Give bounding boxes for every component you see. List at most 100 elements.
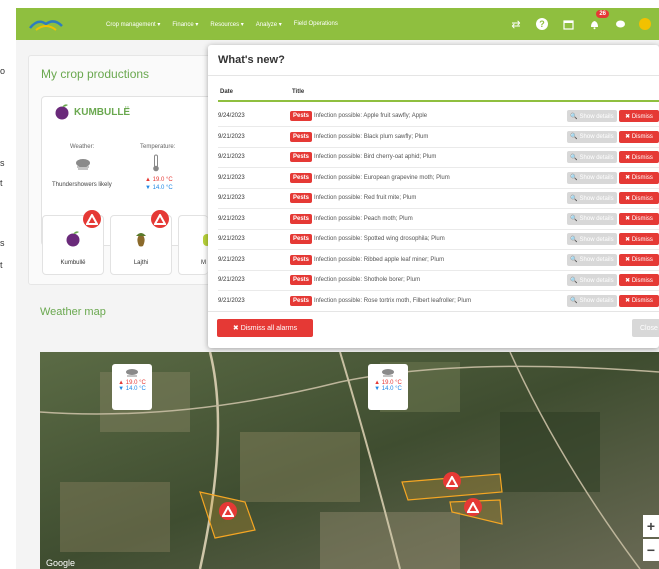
map-alert-marker[interactable] [443,472,461,490]
show-details-button[interactable]: 🔍 Show details [567,130,617,143]
dismiss-button[interactable]: ✖ Dismiss [619,110,659,122]
help-icon[interactable]: ? [535,17,549,31]
weather-map[interactable]: ▲ 19.0 °C ▼ 14.0 °C ▲ 19.0 °C ▼ 14.0 °C … [40,352,659,569]
pests-tag: Pests [290,213,313,224]
dismiss-all-button[interactable]: ✖ Dismiss all alarms [217,319,313,337]
map-alert-marker[interactable] [219,502,237,520]
show-details-button[interactable]: 🔍 Show details [567,274,617,286]
nav-analyze[interactable]: Analyze ▾ [256,21,282,28]
row-text: Infection possible: Ribbed apple leaf mi… [314,256,445,263]
alert-badge[interactable] [151,210,169,228]
nav-resources[interactable]: Resources ▾ [210,21,243,28]
close-button[interactable]: Close [632,319,659,337]
row-text: Infection possible: Peach moth; Plum [314,215,413,222]
swap-icon[interactable]: ⇄ [509,17,523,31]
edge-text: s [0,238,5,248]
marker-temp-low: ▼ 14.0 °C [374,386,402,392]
show-details-button[interactable]: 🔍 Show details [567,294,617,307]
table-row: 9/21/2023 Pests Infection possible: Red fr… [218,188,659,209]
dismiss-button[interactable]: ✖ Dismiss [619,294,659,307]
show-details-button[interactable]: 🔍 Show details [567,110,617,122]
thunderstorm-icon [368,368,408,380]
weather-map-title: Weather map [40,306,106,318]
dismiss-button[interactable]: ✖ Dismiss [619,192,659,204]
dismiss-button[interactable]: ✖ Dismiss [619,253,659,266]
divider [208,311,659,312]
map-weather-marker[interactable]: ▲ 19.0 °C ▼ 14.0 °C [368,364,408,410]
thunderstorm-icon [74,157,92,174]
row-date: 9/21/2023 [218,195,245,201]
table-row: 9/21/2023 Pests Infection possible: Ribbed… [218,250,659,271]
crop-label: Kumbullë [60,260,86,266]
zoom-in-button[interactable]: + [643,515,659,537]
map-weather-marker[interactable]: ▲ 19.0 °C ▼ 14.0 °C [112,364,152,410]
top-nav-bar: Crop management ▾ Finance ▾ Resources ▾ … [16,8,659,40]
table-row: 9/21/2023 Pests Infection possible: Europe… [218,168,659,189]
dismiss-button[interactable]: ✖ Dismiss [619,151,659,163]
zoom-out-button[interactable]: − [643,539,659,561]
row-text: Infection possible: Red fruit mite; Plum [314,195,417,201]
pests-tag: Pests [290,295,313,306]
row-text: Infection possible: Rose tortrix moth, F… [314,297,472,304]
edge-text: o [0,66,6,76]
nav-finance[interactable]: Finance ▾ [172,21,198,28]
table-row: 9/21/2023 Pests Infection possible: Bird c… [218,147,659,168]
bell-icon[interactable]: 26 [587,10,609,31]
map-attribution: Google [46,558,76,568]
dismiss-button[interactable]: ✖ Dismiss [619,233,659,245]
show-details-button[interactable]: 🔍 Show details [567,212,617,225]
main-nav: Crop management ▾ Finance ▾ Resources ▾ … [106,21,338,28]
crop-tile-partial[interactable]: M [178,215,211,275]
weather-label: Weather: [70,144,95,150]
edge-text: s [0,158,5,168]
table-row: 9/21/2023 Pests Infection possible: Black … [218,127,659,148]
pests-tag: Pests [290,111,313,121]
dismiss-button[interactable]: ✖ Dismiss [619,212,659,225]
pests-tag: Pests [290,193,313,203]
crop-label: M [201,260,206,266]
row-date: 9/21/2023 [218,297,245,304]
weather-condition: Thundershowers likely [52,182,112,188]
crop-tile-kumbulle[interactable]: Kumbullë [42,210,104,275]
dismiss-button[interactable]: ✖ Dismiss [619,171,659,184]
show-details-button[interactable]: 🔍 Show details [567,151,617,163]
table-row: 9/21/2023 Pests Infection possible: Spotte… [218,229,659,250]
whats-new-modal: What's new? Date Title 9/24/2023 Pests Inf… [208,45,659,348]
divider [208,75,659,76]
table-row: 9/21/2023 Pests Infection possible: Shotho… [218,270,659,291]
row-date: 9/21/2023 [218,174,245,181]
row-date: 9/21/2023 [218,133,245,140]
table-row: 9/21/2023 Pests Infection possible: Peach … [218,209,659,230]
row-text: Infection possible: Bird cherry-oat aphi… [314,154,437,160]
plum-icon [65,230,81,251]
edge-text: t [0,260,3,270]
user-avatar[interactable] [639,18,651,30]
row-date: 9/21/2023 [218,154,245,160]
toolbar-right: ⇄ ? 26 [509,10,659,31]
pests-tag: Pests [290,254,313,265]
app-logo[interactable] [28,14,64,34]
farm-temp-high: ▲ 19.0 °C [145,177,173,183]
dismiss-button[interactable]: ✖ Dismiss [619,130,659,143]
edge-text: t [0,178,3,188]
show-details-button[interactable]: 🔍 Show details [567,192,617,204]
nav-field-operations[interactable]: Field Operations [294,21,338,28]
show-details-button[interactable]: 🔍 Show details [567,233,617,245]
chat-icon[interactable] [613,17,627,31]
row-text: Infection possible: Shothole borer; Plum [314,277,421,283]
calendar-icon[interactable] [561,17,575,31]
row-date: 9/21/2023 [218,236,245,242]
row-date: 9/24/2023 [218,113,245,119]
crop-tile-lajthi[interactable]: Lajthi [110,210,172,275]
map-alert-marker[interactable] [464,498,482,516]
marker-temp-low: ▼ 14.0 °C [118,386,146,392]
pests-tag: Pests [290,131,313,142]
modal-title: What's new? [218,54,285,66]
farm-name: KUMBULLË [74,107,131,118]
alert-badge[interactable] [83,210,101,228]
show-details-button[interactable]: 🔍 Show details [567,253,617,266]
nav-crop-management[interactable]: Crop management ▾ [106,21,160,28]
dismiss-button[interactable]: ✖ Dismiss [619,274,659,286]
farm-temp-low: ▼ 14.0 °C [145,185,173,191]
show-details-button[interactable]: 🔍 Show details [567,171,617,184]
